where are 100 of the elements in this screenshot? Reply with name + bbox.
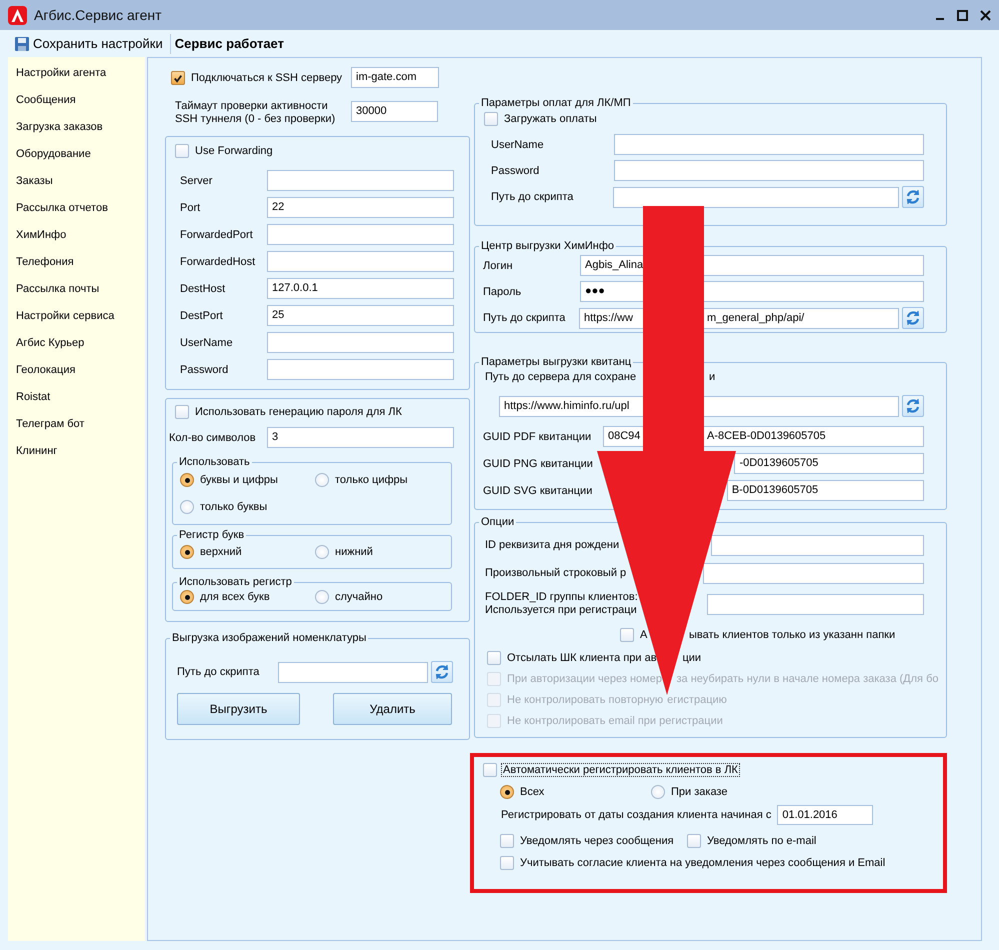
sidebar-item[interactable]: Настройки агента [8, 60, 145, 87]
checkbox-label: Уведомлять через сообщения [519, 834, 675, 848]
sidebar-item[interactable]: Рассылка отчетов [8, 195, 145, 222]
close-icon[interactable] [980, 10, 991, 20]
sidebar-item[interactable]: Телефония [8, 249, 145, 276]
field-label: Password [490, 164, 540, 176]
maximize-icon[interactable] [957, 10, 968, 20]
radio-button[interactable] [180, 590, 194, 604]
save-button[interactable]: Сохранить настройки [12, 34, 166, 53]
minimize-icon[interactable] [936, 18, 944, 20]
sidebar-item[interactable]: Сообщения [8, 87, 145, 114]
radio-label: верхний [199, 545, 243, 559]
field-label: Регистрировать от даты создания клиента начиная с [501, 809, 772, 821]
sidebar-item[interactable]: Заказы [8, 168, 145, 195]
checkbox[interactable] [484, 112, 498, 126]
refresh-icon [906, 310, 920, 326]
checkbox[interactable] [487, 651, 501, 665]
checkbox[interactable] [620, 628, 634, 642]
text-field[interactable]: 3 [267, 427, 454, 448]
text-field[interactable]: -0D0139605705 [734, 453, 924, 474]
text-field[interactable]: 01.01.2016 [777, 805, 874, 825]
text-field[interactable] [267, 332, 454, 353]
field-label: ForwardedPort [179, 228, 254, 240]
checkbox-label: Учитывать согласие клиента на уведомления через сообщения и Email [519, 856, 886, 870]
field-label: ForwardedHost [179, 256, 256, 268]
sidebar-item[interactable]: Телеграм бот [8, 411, 145, 438]
text-field[interactable]: 22 [267, 197, 454, 218]
field-label: Логин [483, 260, 514, 272]
radio-button[interactable] [315, 473, 329, 487]
checkbox-label: ывать клиентов только из указанн папки [688, 628, 896, 642]
checkbox-label: Use Forwarding [194, 144, 274, 158]
text-field[interactable] [267, 224, 454, 245]
checkbox[interactable] [175, 144, 189, 158]
text-field[interactable]: 127.0.0.1 [267, 278, 454, 299]
refresh-button[interactable] [431, 661, 453, 683]
checkbox-label: егистрацию [666, 693, 728, 707]
radio-button[interactable] [180, 473, 194, 487]
checkbox-label: А [639, 628, 648, 642]
sidebar-item[interactable]: Настройки сервиса [8, 303, 145, 330]
text-field[interactable] [267, 359, 454, 380]
group-title: Использовать [179, 456, 250, 468]
text-field[interactable]: 25 [267, 305, 454, 326]
text-field[interactable]: im-gate.com [351, 67, 439, 88]
radio-button[interactable] [180, 500, 194, 514]
text-field[interactable] [703, 563, 924, 584]
refresh-button[interactable] [902, 395, 924, 417]
text-field[interactable] [614, 160, 924, 181]
text-field[interactable] [614, 134, 924, 155]
checkbox[interactable] [500, 856, 514, 870]
refresh-button[interactable] [902, 307, 924, 329]
radio-button[interactable] [315, 545, 329, 559]
field-label: Путь до скрипта [490, 191, 574, 203]
refresh-button[interactable] [902, 186, 924, 208]
checkbox[interactable] [687, 834, 701, 848]
sidebar-item[interactable]: Рассылка почты [8, 276, 145, 303]
field-label: Произвольный строковый р [485, 567, 626, 580]
checkbox-label: Уведомлять по e-mail [706, 834, 818, 848]
field-label: GUID PDF квитанции [483, 430, 592, 442]
field-label: Путь до сервера для сохране [484, 370, 638, 384]
text-field[interactable]: 30000 [351, 101, 438, 122]
radio-button[interactable] [500, 785, 514, 799]
text-field[interactable] [267, 170, 454, 191]
window-title: Агбис.Сервис агент [34, 7, 162, 23]
text-field[interactable] [613, 186, 899, 208]
app-logo-icon [8, 6, 27, 24]
checkbox[interactable] [171, 70, 185, 84]
sidebar-item[interactable]: Геолокация [8, 357, 145, 384]
group-title: Выгрузка изображений номенклатуры [172, 632, 366, 644]
delete-button[interactable]: Удалить [333, 693, 452, 725]
checkbox[interactable] [500, 834, 514, 848]
field-label: Server [179, 174, 214, 186]
text-field[interactable] [267, 251, 454, 272]
radio-button[interactable] [651, 785, 665, 799]
sidebar-item[interactable]: Оборудование [8, 141, 145, 168]
sidebar-item[interactable]: Загрузка заказов [8, 114, 145, 141]
radio-button[interactable] [180, 545, 194, 559]
text-field[interactable]: B-0D0139605705 [726, 480, 924, 501]
sidebar-item[interactable]: Агбис Курьер [8, 330, 145, 357]
text-field[interactable] [711, 535, 924, 556]
sidebar-item[interactable]: Клининг [8, 438, 145, 465]
checkbox-label: Не контролировать повторную [506, 693, 664, 707]
group-title: Регистр букв [179, 529, 244, 541]
checkbox-label: за неубирать нули в начале номера заказа (Для бо [676, 672, 940, 686]
field-label: GUID PNG квитанции [483, 458, 594, 470]
checkbox-label: Подключаться к SSH серверу [190, 70, 344, 84]
text-field[interactable] [278, 662, 428, 682]
sidebar-item[interactable]: ХимИнфо [8, 222, 145, 249]
radio-button[interactable] [315, 590, 329, 604]
refresh-icon [906, 190, 920, 204]
radio-label: только буквы [199, 500, 268, 514]
checkbox[interactable] [175, 405, 189, 419]
checkbox[interactable] [483, 763, 497, 777]
export-button[interactable]: Выгрузить [177, 693, 300, 725]
field-label: DestHost [179, 282, 226, 294]
radio-label: Всех [519, 785, 546, 799]
radio-label: буквы и цифры [199, 473, 279, 487]
sidebar-item[interactable]: Roistat [8, 384, 145, 411]
checkbox-label: Загружать оплаты [503, 112, 598, 126]
group-title: Параметры выгрузки квитанц [481, 356, 632, 368]
text-field[interactable] [707, 594, 924, 614]
